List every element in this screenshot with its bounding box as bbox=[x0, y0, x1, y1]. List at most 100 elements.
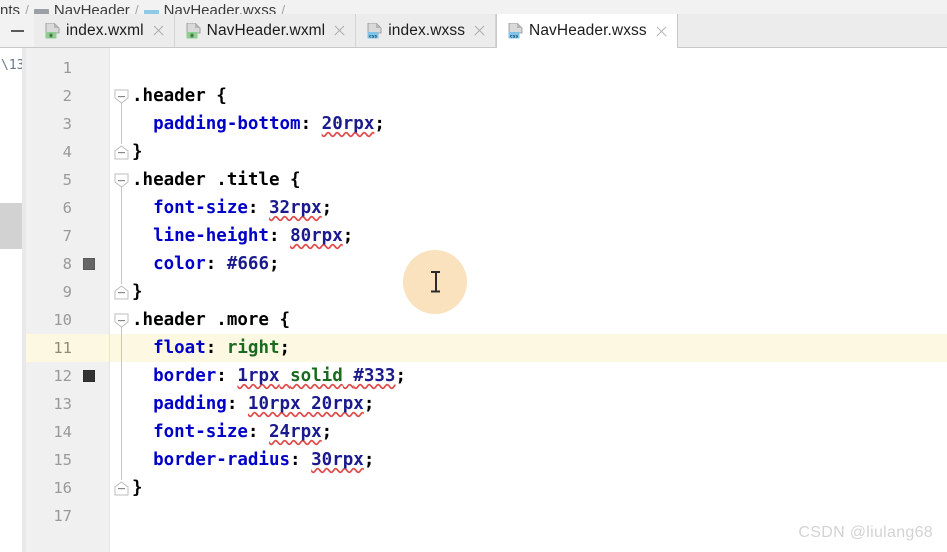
code-token: } bbox=[132, 478, 143, 498]
code-token: color bbox=[153, 254, 206, 274]
line-number: 15 bbox=[53, 451, 72, 469]
code-token: 1rpx bbox=[237, 366, 280, 386]
code-token: font-size bbox=[153, 422, 248, 442]
code-fold-toggle-icon[interactable] bbox=[114, 145, 129, 160]
color-swatch-marker[interactable] bbox=[83, 370, 95, 382]
code-token: #666 bbox=[226, 254, 269, 274]
wxml-file-icon: H bbox=[186, 22, 201, 39]
editor-tab-bar: Hindex.wxml H NavHeader.wxml css index.wxss c… bbox=[0, 14, 947, 48]
code-token: : bbox=[216, 366, 238, 386]
code-line[interactable]: .header { bbox=[132, 82, 947, 110]
gutter-row[interactable]: 9 bbox=[26, 278, 109, 306]
code-token: ; bbox=[321, 198, 333, 218]
gutter-row[interactable]: 13 bbox=[26, 390, 109, 418]
code-line[interactable]: } bbox=[132, 278, 947, 306]
wxss-file-icon: css bbox=[508, 22, 523, 39]
gutter-row[interactable]: 6 bbox=[26, 194, 109, 222]
tab-label: index.wxss bbox=[388, 21, 466, 39]
code-token: .header bbox=[132, 86, 217, 106]
code-token: 24rpx bbox=[268, 422, 322, 442]
breadcrumb-item-0[interactable]: nts bbox=[0, 2, 20, 14]
code-line-text: line-height: 80rpx; bbox=[132, 222, 353, 250]
code-token: ; bbox=[395, 366, 407, 386]
vertical-scrollbar-thumb[interactable] bbox=[0, 203, 22, 249]
fold-connector-line bbox=[121, 326, 122, 480]
code-line-text: float: right; bbox=[132, 334, 290, 362]
close-icon[interactable] bbox=[655, 25, 668, 38]
code-token: .header .more bbox=[132, 310, 280, 330]
code-fold-toggle-icon[interactable] bbox=[114, 89, 129, 104]
code-editor[interactable]: 1 2 3 4 5 6 7 8 9 10 11 12 13 14 15 16 17 .header { padd… bbox=[26, 48, 947, 552]
code-line[interactable]: border-radius: 30rpx; bbox=[132, 446, 947, 474]
line-number: 9 bbox=[62, 283, 72, 301]
collapse-panel-button[interactable] bbox=[0, 14, 34, 47]
line-number: 12 bbox=[53, 367, 72, 385]
code-line[interactable]: padding: 10rpx 20rpx; bbox=[132, 390, 947, 418]
code-fold-toggle-icon[interactable] bbox=[114, 285, 129, 300]
code-text-area[interactable]: .header { padding-bottom: 20rpx;} .header… bbox=[132, 48, 947, 552]
code-fold-toggle-icon[interactable] bbox=[114, 173, 129, 188]
gutter-row[interactable]: 12 bbox=[26, 362, 109, 390]
code-token: 30rpx bbox=[311, 450, 364, 470]
gutter-row[interactable]: 4 bbox=[26, 138, 109, 166]
code-token: .header .title bbox=[132, 170, 291, 190]
gutter-row[interactable]: 15 bbox=[26, 446, 109, 474]
code-line[interactable]: } bbox=[132, 138, 947, 166]
code-folding-rail[interactable] bbox=[110, 48, 132, 552]
code-line-text: padding-bottom: 20rpx; bbox=[132, 110, 385, 138]
code-fold-toggle-icon[interactable] bbox=[114, 481, 129, 496]
code-line[interactable]: font-size: 32rpx; bbox=[132, 194, 947, 222]
line-number: 13 bbox=[53, 395, 72, 413]
gutter-row[interactable]: 3 bbox=[26, 110, 109, 138]
code-line[interactable]: } bbox=[132, 474, 947, 502]
gutter-row[interactable]: 11 bbox=[26, 334, 109, 362]
breadcrumb-item-1[interactable]: NavHeader bbox=[33, 2, 130, 14]
breadcrumb-item-2[interactable]: css NavHeader.wxss bbox=[143, 2, 276, 14]
code-fold-toggle-icon[interactable] bbox=[114, 313, 129, 328]
gutter-row[interactable]: 10 bbox=[26, 306, 109, 334]
gutter-row[interactable]: 5 bbox=[26, 166, 109, 194]
gutter-row[interactable]: 8 bbox=[26, 250, 109, 278]
gutter-row[interactable]: 1 bbox=[26, 54, 109, 82]
code-line[interactable]: border: 1rpx solid #333; bbox=[132, 362, 947, 390]
tab-navheader-wxml[interactable]: H NavHeader.wxml bbox=[174, 14, 357, 47]
code-line[interactable] bbox=[132, 502, 947, 530]
gutter-row[interactable]: 7 bbox=[26, 222, 109, 250]
code-token: ; bbox=[269, 254, 280, 274]
line-number: 3 bbox=[62, 115, 72, 133]
gutter-row[interactable]: 14 bbox=[26, 418, 109, 446]
line-number-gutter[interactable]: 1 2 3 4 5 6 7 8 9 10 11 12 13 14 15 16 17 bbox=[26, 48, 110, 552]
code-token: { bbox=[290, 170, 301, 190]
color-swatch-marker[interactable] bbox=[83, 258, 95, 270]
code-line[interactable]: .header .more { bbox=[132, 306, 947, 334]
code-line[interactable]: float: right; bbox=[132, 334, 947, 362]
tab-navheader-wxss[interactable]: css NavHeader.wxss bbox=[496, 14, 678, 48]
code-line-text: font-size: 32rpx; bbox=[132, 194, 332, 222]
code-line[interactable] bbox=[132, 54, 947, 82]
code-line[interactable]: font-size: 24rpx; bbox=[132, 418, 947, 446]
gutter-row[interactable]: 16 bbox=[26, 474, 109, 502]
gutter-row[interactable]: 2 bbox=[26, 82, 109, 110]
minimize-icon bbox=[10, 29, 24, 32]
code-line[interactable]: color: #666; bbox=[132, 250, 947, 278]
code-token: ; bbox=[342, 226, 354, 246]
code-line[interactable]: .header .title { bbox=[132, 166, 947, 194]
code-token: right bbox=[226, 338, 280, 358]
tab-index-wxss[interactable]: css index.wxss bbox=[356, 14, 497, 47]
tab-index-wxml[interactable]: Hindex.wxml bbox=[34, 14, 175, 47]
close-icon[interactable] bbox=[473, 24, 486, 37]
code-token: } bbox=[132, 142, 143, 162]
code-line-text: .header { bbox=[132, 82, 227, 110]
code-line[interactable]: line-height: 80rpx; bbox=[132, 222, 947, 250]
gutter-row[interactable]: 17 bbox=[26, 502, 109, 530]
close-icon[interactable] bbox=[152, 24, 165, 37]
breadcrumb-separator: / bbox=[281, 2, 286, 14]
code-line[interactable]: padding-bottom: 20rpx; bbox=[132, 110, 947, 138]
close-icon[interactable] bbox=[333, 24, 346, 37]
code-token: padding bbox=[153, 394, 227, 414]
line-number: 5 bbox=[62, 171, 72, 189]
code-token: 10rpx 20rpx bbox=[247, 394, 364, 414]
